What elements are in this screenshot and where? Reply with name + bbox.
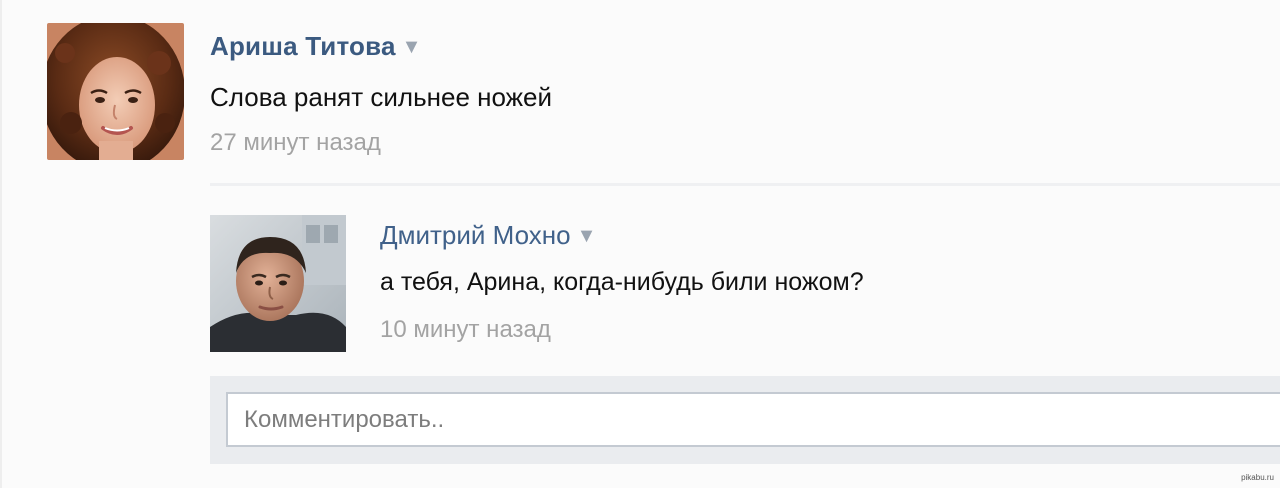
comment-thread: Ариша Титова ▼ Слова ранят сильнее ножей … xyxy=(0,0,1280,488)
comment-input[interactable]: Комментировать.. xyxy=(226,392,1280,447)
caret-down-icon[interactable]: ▼ xyxy=(577,225,597,248)
divider xyxy=(210,183,1280,186)
post-author-avatar[interactable] xyxy=(47,23,184,160)
reply-author-name[interactable]: Дмитрий Мохно ▼ xyxy=(380,220,596,251)
post-text: Слова ранят сильнее ножей xyxy=(210,82,553,112)
comment-form: Комментировать.. xyxy=(210,376,1280,464)
post-author-name[interactable]: Ариша Титова ▼ xyxy=(210,31,422,62)
avatar-photo-woman xyxy=(47,23,184,160)
reply-author-label[interactable]: Дмитрий Мохно xyxy=(380,220,571,250)
caret-down-icon[interactable]: ▼ xyxy=(402,36,422,59)
post-author-label[interactable]: Ариша Титова xyxy=(210,31,396,61)
reply-timestamp[interactable]: 10 минут назад xyxy=(380,316,551,344)
watermark: pikabu.ru xyxy=(1241,473,1274,482)
reply-author-avatar[interactable] xyxy=(210,215,346,352)
post-timestamp[interactable]: 27 минут назад xyxy=(210,129,381,157)
reply-text: а тебя, Арина, когда-нибудь били ножом? xyxy=(380,268,864,296)
avatar-photo-man xyxy=(210,215,346,352)
